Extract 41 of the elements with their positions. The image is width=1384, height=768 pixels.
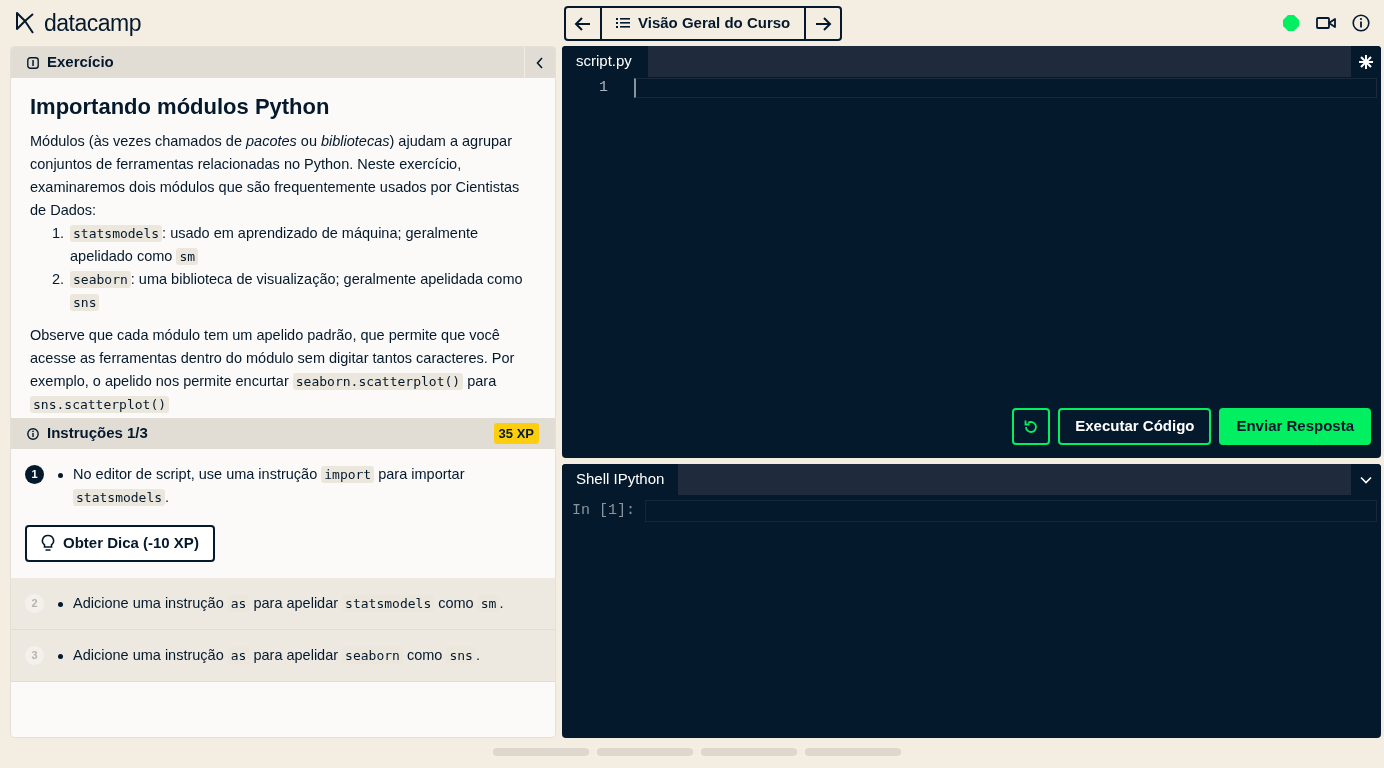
instruction-text: Adicione uma instrução as para apelidar statsmodels como sm . — [73, 593, 504, 614]
bullet — [58, 601, 63, 607]
arrow-right-icon — [814, 15, 833, 32]
instruction-text: Adicione uma instrução as para apelidar seaborn como sns . — [73, 645, 480, 666]
exercise-title: Importando módulos Python — [30, 93, 331, 121]
info-icon — [27, 427, 39, 440]
paragraph: Módulos (às vezes chamados de pacotes ou bibliotecas) ajudam a agrupar conjuntos de ferramentas relacionadas no Python. Neste exercício, examinaremos dois módulos que são frequentemente usados por Cientistas de Dados: — [30, 132, 521, 220]
line-number: 1 — [598, 78, 609, 98]
bullet — [58, 473, 63, 478]
step-number[interactable]: 1 — [25, 465, 44, 484]
chevron-left-icon — [536, 56, 544, 69]
arrow-left-icon — [574, 15, 592, 32]
list-marker: 2. — [52, 270, 66, 289]
list-icon — [616, 17, 630, 29]
reset-button[interactable] — [1012, 408, 1051, 445]
reset-icon — [1023, 419, 1040, 436]
theme-toggle-button[interactable] — [1351, 46, 1381, 77]
list-item: seaborn : uma biblioteca de visualização; geralmente apelidada como sns — [70, 268, 536, 314]
paragraph: Observe que cada módulo tem um apelido padrão, que permite que você acesse as ferramentas dentro do módulo sem digitar tantos caracteres. Por exemplo, o apelido nos permite encurtar seaborn.scatterplot() para sns.scatterplot() — [30, 326, 516, 415]
panel-title: Exercício — [47, 52, 114, 73]
xp-badge: 35 XP — [493, 422, 539, 445]
instruction-text: No editor de script, use uma instrução import para importar statsmodels . — [73, 465, 466, 508]
list-marker: 1. — [52, 224, 66, 243]
lightbulb-icon — [41, 534, 55, 553]
chevron-down-icon — [1360, 475, 1372, 484]
collapse-button[interactable] — [524, 47, 555, 78]
submit-button[interactable]: Enviar Resposta — [1219, 408, 1371, 445]
bullet — [58, 653, 63, 659]
info-icon[interactable] — [1352, 14, 1370, 32]
logo-text: datacamp — [44, 8, 141, 38]
run-code-button[interactable]: Executar Código — [1058, 408, 1212, 445]
expand-button[interactable] — [1351, 464, 1381, 495]
hint-button[interactable]: Obter Dica (-10 XP) — [25, 525, 215, 562]
panel-title: Instruções 1/3 — [47, 423, 148, 444]
sun-icon — [1359, 54, 1373, 69]
logo-icon — [14, 10, 36, 36]
video-icon[interactable] — [1316, 16, 1336, 30]
shell-prompt: In [1]: — [571, 501, 636, 521]
shell-tab[interactable]: Shell IPython — [562, 464, 679, 495]
file-tab[interactable]: script.py — [562, 46, 648, 77]
exercise-icon — [27, 56, 39, 69]
